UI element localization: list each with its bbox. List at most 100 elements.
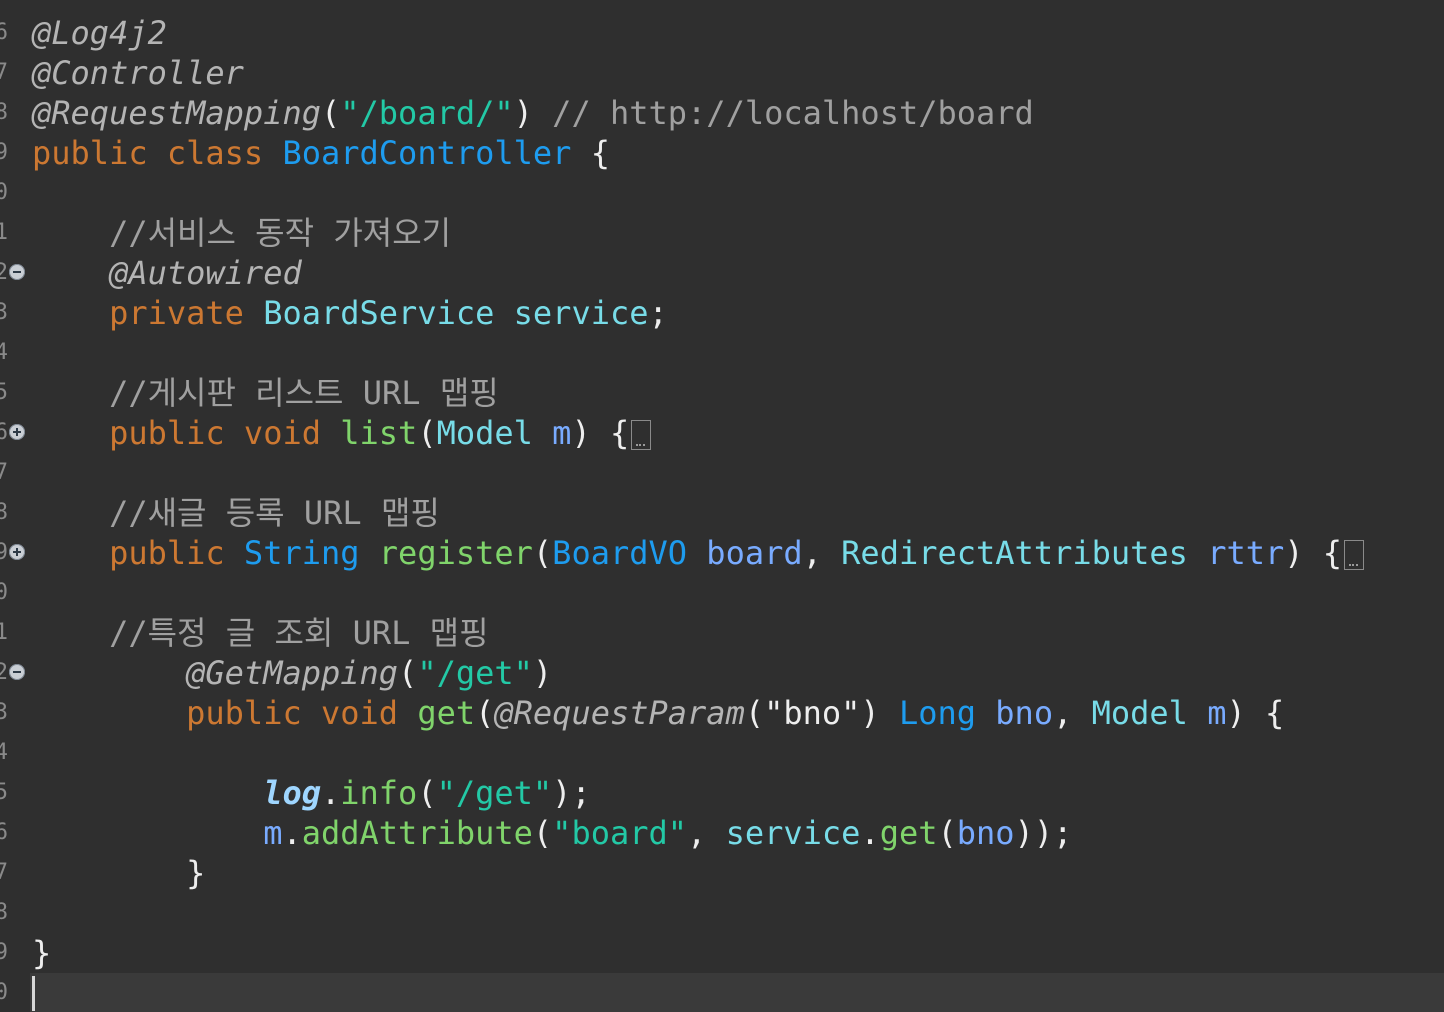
code-line: @GetMapping("/get"): [32, 653, 1364, 693]
type-token: RedirectAttributes: [841, 534, 1188, 572]
brace-token: ) {: [571, 414, 630, 452]
paren-token: (: [475, 694, 495, 732]
paren-token: ): [860, 694, 899, 732]
field-token: service: [513, 294, 649, 332]
paren-token: (: [398, 654, 418, 692]
code-line: //새글 등록 URL 맵핑: [32, 493, 1364, 533]
dot-token: .: [320, 774, 341, 812]
fold-expand-icon[interactable]: [9, 544, 25, 560]
type-token: Model: [436, 414, 533, 452]
type-token: String: [243, 534, 360, 572]
line-number: 2: [0, 660, 8, 685]
method-token: info: [340, 774, 418, 812]
line-number: 5: [0, 780, 8, 805]
string-token: "/board/": [340, 94, 514, 132]
param-token: board: [706, 534, 803, 572]
param-token: m: [1207, 694, 1227, 732]
code-line: public void get(@RequestParam("bno") Lon…: [32, 693, 1364, 733]
line-number: 5: [0, 380, 8, 405]
static-field-token: log: [263, 774, 321, 812]
paren-token: ): [513, 94, 533, 132]
folded-block-icon[interactable]: [631, 420, 652, 450]
code-line: //특정 글 조회 URL 맵핑: [32, 613, 1364, 653]
method-token: addAttribute: [301, 814, 533, 852]
keyword-token: public void: [186, 694, 399, 732]
annotation-token: @Log4j2: [32, 14, 167, 52]
type-token: Long: [898, 694, 977, 732]
annotation-token: @Autowired: [109, 254, 302, 292]
comment-token: // http://localhost/board: [532, 94, 1034, 132]
code-line: log.info("/get");: [32, 773, 1364, 813]
string-token: "bno": [764, 694, 861, 732]
paren-token: (: [320, 94, 341, 132]
method-token: register: [378, 534, 533, 572]
code-line: public String register(BoardVO board, Re…: [32, 533, 1365, 573]
code-line: @Controller: [32, 53, 1364, 93]
paren-token: (: [532, 814, 553, 852]
code-area[interactable]: @Log4j2 @Controller @RequestMapping("/bo…: [32, 13, 1365, 973]
string-token: "/get": [436, 774, 553, 812]
code-line: public void list(Model m) {: [32, 413, 1364, 453]
code-line: //서비스 동작 가져오기: [32, 213, 1364, 253]
text-cursor: [32, 976, 35, 1011]
fold-collapse-icon[interactable]: [9, 664, 25, 680]
line-number-gutter: 6 7 8 9 0 1 2 3 4 5 6 7 8 9 0 1 2 3 4 5 …: [0, 0, 30, 1012]
line-number: 4: [0, 740, 8, 765]
line-number: 1: [0, 220, 8, 245]
code-line: }: [32, 933, 1364, 973]
method-token: list: [340, 414, 418, 452]
line-number: 3: [0, 300, 8, 325]
fold-collapse-icon[interactable]: [9, 264, 25, 280]
line-number: 6: [0, 820, 8, 845]
line-number: 4: [0, 340, 8, 365]
paren-token: );: [552, 774, 591, 812]
indent-token: [32, 774, 263, 812]
paren-token: ));: [1014, 814, 1073, 852]
indent-token: [32, 414, 109, 452]
line-number: 7: [0, 860, 8, 885]
code-line: //게시판 리스트 URL 맵핑: [32, 373, 1364, 413]
method-token: get: [417, 694, 476, 732]
code-line: private BoardService service;: [32, 293, 1364, 333]
brace-token: {: [571, 134, 610, 172]
line-number: 2: [0, 260, 8, 285]
paren-token: ): [532, 654, 553, 692]
annotation-token: @Controller: [32, 54, 244, 92]
dot-token: .: [282, 814, 302, 852]
line-number: 6: [0, 20, 8, 45]
keyword-token: private: [109, 294, 244, 332]
comment-token: //새글 등록 URL 맵핑: [32, 494, 440, 532]
type-token: BoardService: [263, 294, 495, 332]
brace-token: ) {: [1226, 694, 1285, 732]
comment-token: //게시판 리스트 URL 맵핑: [32, 374, 499, 412]
param-token: rttr: [1207, 534, 1285, 572]
line-number: 7: [0, 460, 8, 485]
comma-token: ,: [1053, 694, 1092, 732]
line-number: 0: [0, 980, 8, 1005]
comma-token: ,: [687, 814, 726, 852]
fold-expand-icon[interactable]: [9, 424, 25, 440]
code-line: @Log4j2: [32, 13, 1364, 53]
comment-token: //서비스 동작 가져오기: [32, 214, 452, 252]
folded-block-icon[interactable]: [1344, 540, 1365, 570]
string-token: "board": [552, 814, 688, 852]
line-number: 9: [0, 940, 8, 965]
indent-token: [32, 254, 109, 292]
code-editor[interactable]: 6 7 8 9 0 1 2 3 4 5 6 7 8 9 0 1 2 3 4 5 …: [0, 0, 1444, 1012]
type-token: BoardVO: [552, 534, 688, 572]
code-line: m.addAttribute("board", service.get(bno)…: [32, 813, 1364, 853]
class-name-token: BoardController: [282, 134, 572, 172]
line-number: 0: [0, 180, 8, 205]
line-number: 7: [0, 60, 8, 85]
